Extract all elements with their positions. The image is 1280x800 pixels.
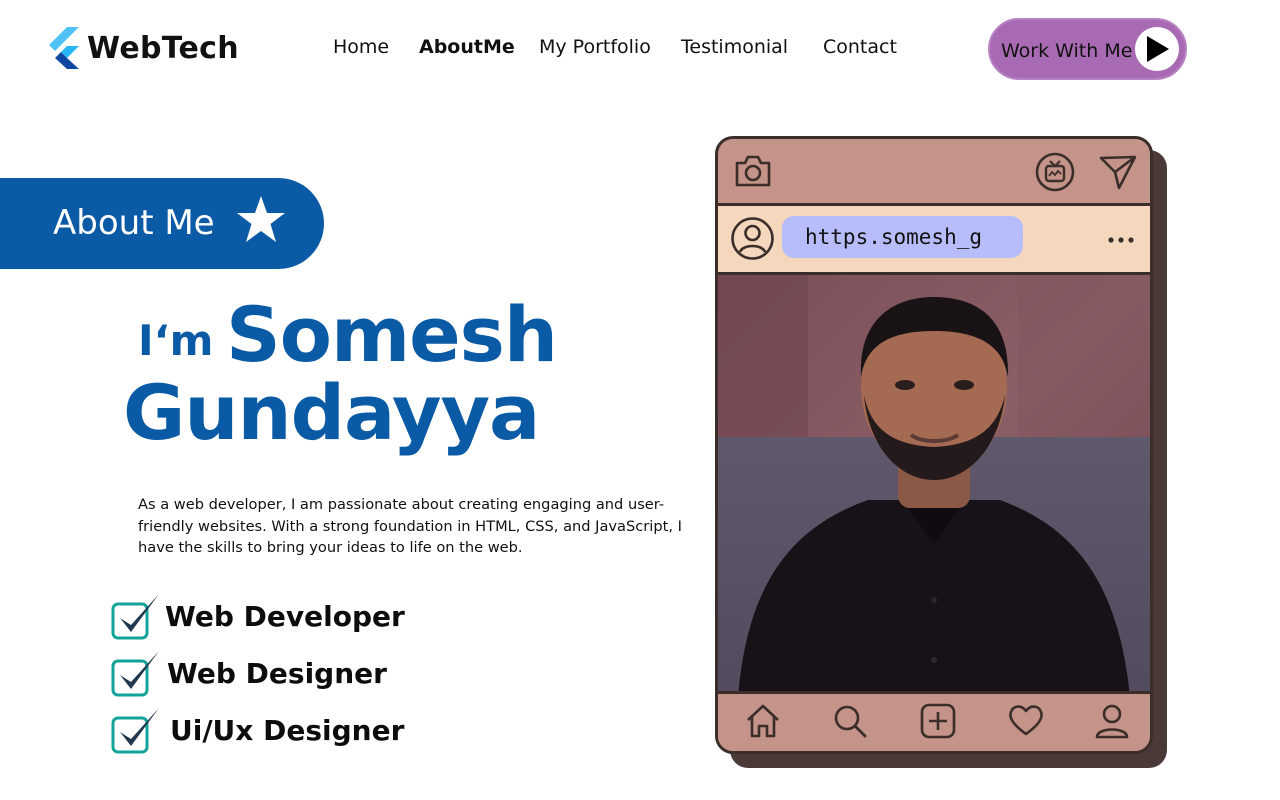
- star-icon: [237, 196, 285, 242]
- nav-my-portfolio[interactable]: My Portfolio: [539, 36, 651, 58]
- search-icon[interactable]: [832, 703, 868, 739]
- logo-text: WebTech: [87, 30, 239, 66]
- first-name: Somesh: [226, 290, 558, 379]
- skill-label: Ui/Ux Designer: [170, 714, 405, 747]
- profile-bar: https.somesh_g: [718, 206, 1150, 275]
- card-top-bar: [718, 139, 1150, 206]
- igtv-icon[interactable]: [1034, 151, 1076, 193]
- greeting: I‘m: [138, 316, 214, 365]
- nav-home[interactable]: Home: [333, 36, 389, 58]
- add-post-icon[interactable]: [919, 702, 957, 740]
- nav-about-me[interactable]: AboutMe: [419, 36, 515, 58]
- flutter-logo-icon: [49, 27, 79, 69]
- work-with-me-button[interactable]: Work With Me: [988, 18, 1187, 80]
- last-name: Gundayya: [123, 368, 540, 457]
- more-options-icon[interactable]: [1107, 236, 1135, 244]
- checkbox-checked-icon: [111, 651, 159, 697]
- profile-card: https.somesh_g: [715, 136, 1153, 754]
- skill-label: Web Designer: [167, 657, 387, 690]
- heart-icon[interactable]: [1007, 703, 1045, 737]
- checkbox-checked-icon: [111, 594, 159, 640]
- bio-paragraph: As a web developer, I am passionate abou…: [138, 496, 682, 556]
- about-me-badge: About Me: [0, 178, 324, 269]
- camera-icon[interactable]: [734, 154, 772, 188]
- nav-testimonial[interactable]: Testimonial: [681, 36, 788, 58]
- profile-photo: [718, 275, 1150, 697]
- profile-handle: https.somesh_g: [805, 225, 983, 249]
- play-icon: [1135, 27, 1179, 71]
- user-avatar-icon[interactable]: [730, 216, 775, 261]
- logo[interactable]: WebTech: [47, 27, 239, 69]
- send-icon[interactable]: [1098, 153, 1138, 191]
- work-with-me-label: Work With Me: [1001, 40, 1133, 62]
- about-me-title: About Me: [53, 203, 215, 243]
- checkbox-checked-icon: [111, 708, 159, 754]
- home-icon[interactable]: [744, 703, 782, 739]
- nav-contact[interactable]: Contact: [823, 36, 897, 58]
- skill-label: Web Developer: [165, 600, 405, 633]
- handle-pill[interactable]: https.somesh_g: [782, 216, 1023, 258]
- card-bottom-bar: [718, 691, 1150, 751]
- profile-icon[interactable]: [1093, 702, 1131, 740]
